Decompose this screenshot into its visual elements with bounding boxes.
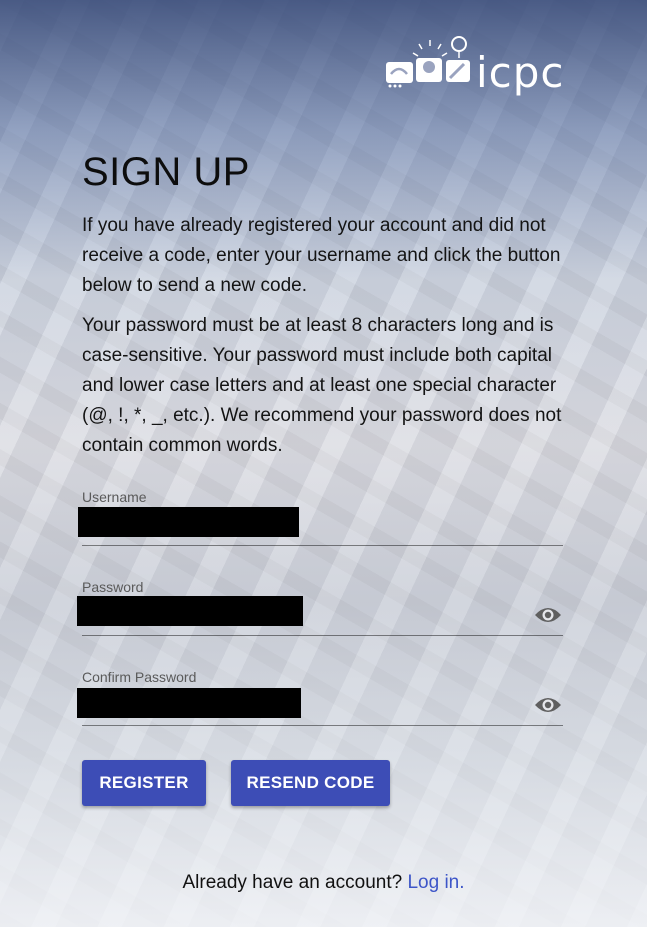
page-title: SIGN UP	[82, 150, 250, 194]
password-field[interactable]: Password	[77, 579, 563, 636]
login-prompt: Already have an account? Log in.	[0, 872, 647, 894]
password-label: Password	[82, 579, 144, 595]
username-field[interactable]: Username	[78, 489, 563, 546]
eye-icon[interactable]	[534, 695, 562, 715]
username-redacted-value[interactable]	[78, 507, 299, 537]
eye-icon[interactable]	[534, 605, 562, 625]
login-link[interactable]: Log in.	[407, 872, 464, 893]
icpc-logo-icon	[386, 36, 470, 88]
confirm-password-redacted-value[interactable]	[77, 688, 301, 718]
resend-instructions: If you have already registered your acco…	[82, 215, 561, 296]
password-requirements: Your password must be at least 8 charact…	[82, 315, 562, 456]
confirm-password-field[interactable]: Confirm Password	[77, 669, 563, 726]
password-redacted-value[interactable]	[77, 596, 303, 626]
confirm-password-label: Confirm Password	[82, 669, 197, 685]
username-label: Username	[82, 489, 147, 505]
login-prompt-text: Already have an account?	[182, 872, 403, 893]
signup-content: SIGN UP If you have already registered y…	[82, 150, 564, 471]
resend-code-button[interactable]: RESEND CODE	[231, 760, 390, 806]
icpc-logo: icpc	[386, 34, 565, 94]
register-button[interactable]: REGISTER	[82, 760, 206, 806]
logo-text: icpc	[476, 48, 565, 97]
